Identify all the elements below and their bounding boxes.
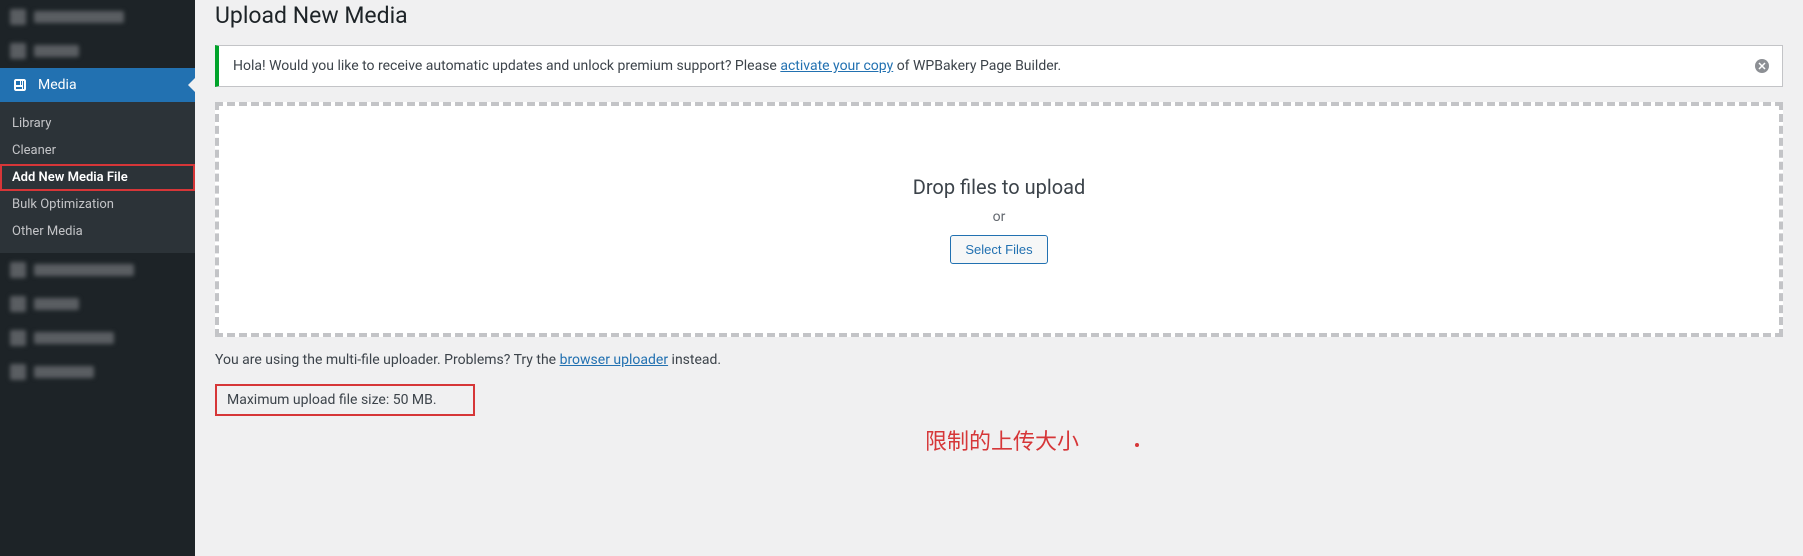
media-icon: [10, 75, 30, 95]
dismiss-notice-button[interactable]: [1752, 56, 1772, 76]
notice-text-before: Hola! Would you like to receive automati…: [233, 58, 780, 74]
uploader-hint: You are using the multi-file uploader. P…: [215, 352, 1783, 368]
media-submenu: Library Cleaner Add New Media File Bulk …: [0, 102, 195, 253]
generic-icon: [10, 296, 26, 312]
sidebar-item-blurred-2[interactable]: [0, 34, 195, 68]
generic-icon: [10, 43, 26, 59]
submenu-add-new[interactable]: Add New Media File: [0, 164, 195, 191]
sidebar-item-blurred-1[interactable]: [0, 0, 195, 34]
main-content: Upload New Media Hola! Would you like to…: [195, 0, 1803, 556]
select-files-button[interactable]: Select Files: [950, 235, 1047, 264]
close-icon: [1754, 58, 1770, 74]
submenu-cleaner[interactable]: Cleaner: [0, 137, 195, 164]
browser-uploader-link[interactable]: browser uploader: [560, 352, 669, 368]
generic-icon: [10, 330, 26, 346]
page-title: Upload New Media: [215, 0, 1783, 35]
dropzone-title: Drop files to upload: [913, 175, 1086, 199]
hint-before: You are using the multi-file uploader. P…: [215, 352, 560, 368]
blurred-label: [34, 11, 124, 23]
sidebar-item-blurred-3[interactable]: [0, 253, 195, 287]
blurred-label: [34, 298, 79, 310]
submenu-other-media[interactable]: Other Media: [0, 218, 195, 245]
annotation-dot: [1135, 443, 1139, 447]
max-upload-size-box: Maximum upload file size: 50 MB.: [215, 384, 475, 416]
blurred-label: [34, 264, 134, 276]
hint-after: instead.: [668, 352, 721, 368]
dropzone-or: or: [993, 209, 1006, 225]
sidebar-item-blurred-5[interactable]: [0, 321, 195, 355]
admin-sidebar: Media Library Cleaner Add New Media File…: [0, 0, 195, 556]
activation-notice: Hola! Would you like to receive automati…: [215, 45, 1783, 87]
generic-icon: [10, 262, 26, 278]
generic-icon: [10, 9, 26, 25]
notice-text-after: of WPBakery Page Builder.: [893, 58, 1061, 74]
sidebar-item-media[interactable]: Media: [0, 68, 195, 102]
sidebar-media-label: Media: [38, 77, 77, 93]
blurred-label: [34, 366, 94, 378]
submenu-library[interactable]: Library: [0, 110, 195, 137]
submenu-bulk-optimization[interactable]: Bulk Optimization: [0, 191, 195, 218]
sidebar-item-blurred-6[interactable]: [0, 355, 195, 389]
max-upload-size-text: Maximum upload file size: 50 MB.: [227, 392, 437, 408]
sidebar-item-blurred-4[interactable]: [0, 287, 195, 321]
annotation-text: 限制的上传大小: [925, 424, 1079, 456]
blurred-label: [34, 45, 79, 57]
blurred-label: [34, 332, 114, 344]
activate-copy-link[interactable]: activate your copy: [780, 58, 893, 74]
upload-dropzone[interactable]: Drop files to upload or Select Files: [215, 102, 1783, 337]
generic-icon: [10, 364, 26, 380]
